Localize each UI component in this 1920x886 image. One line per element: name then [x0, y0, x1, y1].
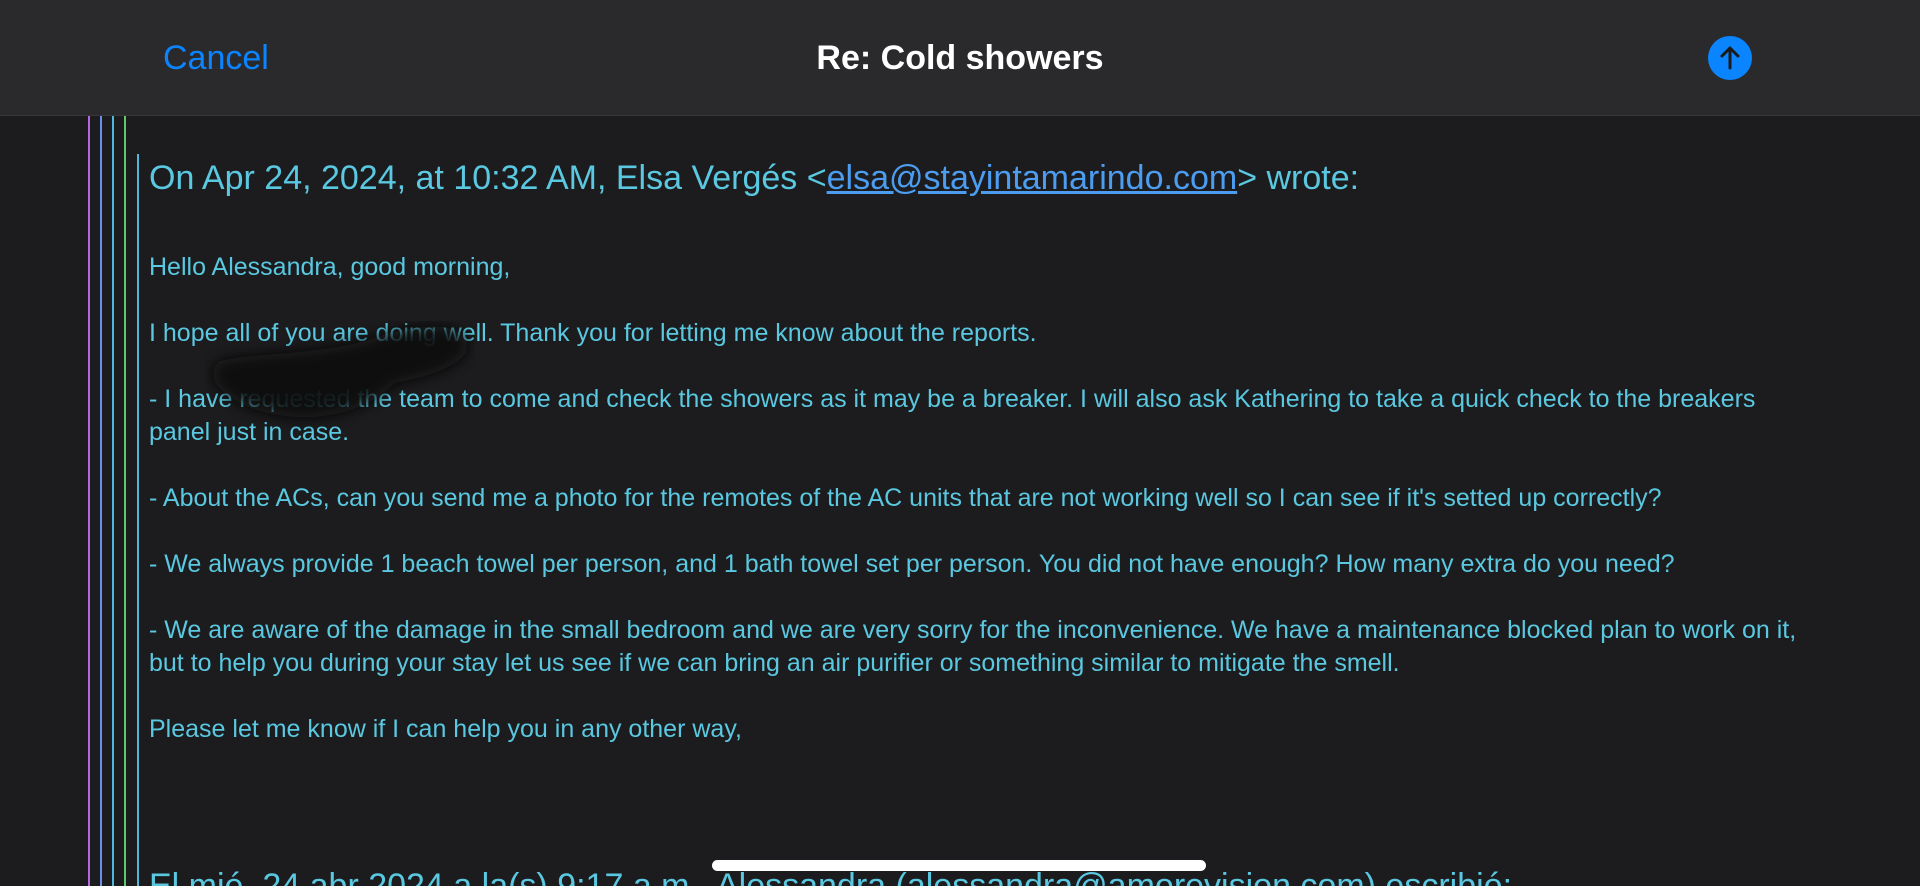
- subject-title: Re: Cold showers: [816, 39, 1104, 77]
- arrow-up-icon: [1720, 46, 1740, 70]
- body-line: - About the ACs, can you send me a photo…: [149, 484, 1662, 512]
- body-line: Please let me know if I can help you in …: [149, 715, 742, 743]
- compose-header: Cancel Re: Cold showers: [0, 0, 1920, 116]
- quote-attribution: On Apr 24, 2024, at 10:32 AM, Elsa Vergé…: [149, 159, 1360, 197]
- body-line: - We always provide 1 beach towel per pe…: [149, 550, 1675, 578]
- quote-bar: [112, 116, 114, 886]
- sender-email-link[interactable]: elsa@stayintamarindo.com: [827, 159, 1238, 197]
- quote-bar: [100, 116, 102, 886]
- body-line: - We are aware of the damage in the smal…: [149, 616, 1797, 644]
- body-line: but to help you during your stay let us …: [149, 649, 1400, 677]
- greeting-line: Hello Alessandra, good morning,: [149, 253, 511, 281]
- redaction-scribble: [213, 326, 468, 418]
- quote-bar: [137, 154, 139, 886]
- home-indicator: [712, 860, 1206, 871]
- quote-bar: [124, 116, 126, 886]
- quote-bar: [88, 116, 90, 886]
- message-body[interactable]: On Apr 24, 2024, at 10:32 AM, Elsa Vergé…: [0, 116, 1920, 886]
- cancel-button[interactable]: Cancel: [163, 38, 269, 78]
- send-button[interactable]: [1708, 36, 1752, 80]
